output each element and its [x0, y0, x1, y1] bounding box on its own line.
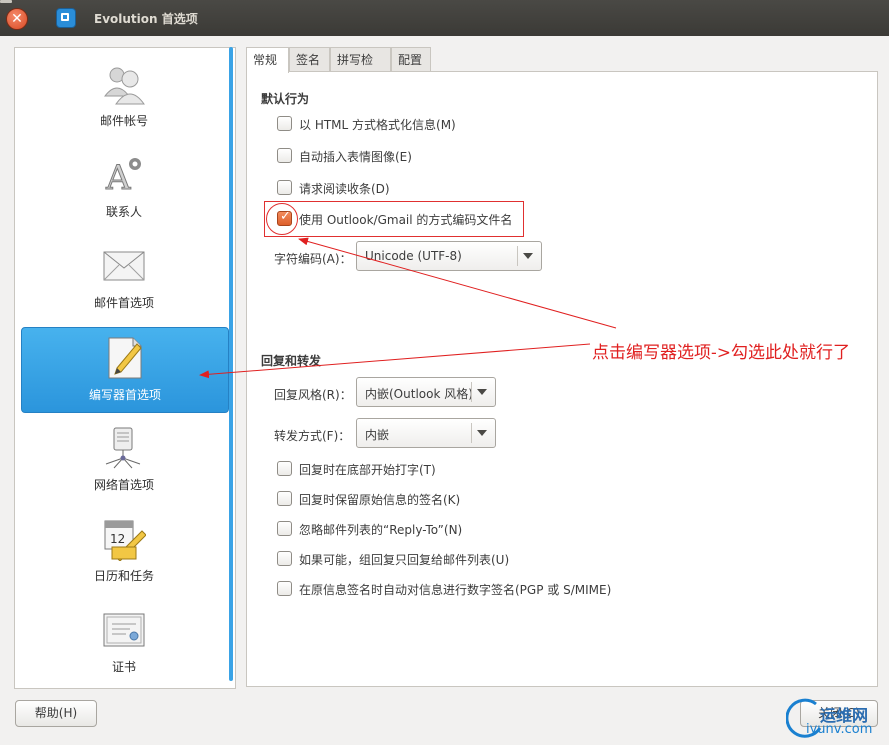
sidebar-item-label: 日历和任务 — [93, 569, 154, 583]
watermark: 运维网 iyunv.com — [786, 696, 886, 742]
option-label: 自动插入表情图像(E) — [299, 150, 412, 164]
read-receipt-checkbox[interactable] — [277, 180, 292, 195]
accounts-icon — [103, 67, 145, 105]
maximize-window-button[interactable] — [56, 8, 76, 28]
sidebar-item-label: 邮件帐号 — [99, 114, 148, 128]
sidebar-item-composer-preferences[interactable]: 编写器首选项 — [21, 327, 229, 413]
forward-style-value: 内嵌 — [365, 428, 390, 442]
watermark-text-2: iyunv.com — [806, 722, 873, 737]
ignore-reply-to-checkbox[interactable] — [277, 521, 292, 536]
certificate-icon — [103, 613, 145, 647]
tab-signatures[interactable]: 签名 — [289, 47, 330, 71]
mail-envelope-icon — [103, 251, 145, 281]
maximize-icon — [61, 13, 69, 21]
option-label: 在原信息签名时自动对信息进行数字签名(PGP 或 S/MIME) — [299, 583, 612, 597]
composer-notepad-icon — [108, 337, 142, 379]
insert-emoticons-checkbox[interactable] — [277, 148, 292, 163]
preferences-window: ✕ Evolution 首选项 邮件帐号 A 联系人 邮件首选项 编写器首选项 … — [0, 0, 889, 745]
group-reply-list-checkbox[interactable] — [277, 551, 292, 566]
sidebar-item-label: 邮件首选项 — [93, 296, 154, 310]
forward-style-label: 转发方式(F)： — [274, 429, 351, 443]
combo-separator — [471, 382, 472, 402]
window-title: Evolution 首选项 — [94, 12, 198, 26]
sidebar-item-contacts[interactable]: A 联系人 — [21, 145, 227, 229]
minimize-window-button[interactable] — [0, 0, 12, 3]
option-label: 回复时保留原始信息的签名(K) — [299, 493, 461, 507]
reply-style-combo[interactable]: 内嵌(Outlook 风格) — [356, 377, 496, 407]
contacts-icon: A — [105, 158, 141, 197]
option-label: 忽略邮件列表的“Reply-To”(N) — [299, 523, 463, 537]
option-label: 以 HTML 方式格式化信息(M) — [299, 118, 456, 132]
forward-style-combo[interactable]: 内嵌 — [356, 418, 496, 448]
sidebar: 邮件帐号 A 联系人 邮件首选项 编写器首选项 网络首选项 12 日历和任务 证… — [14, 47, 236, 689]
sidebar-item-label: 证书 — [111, 660, 136, 674]
reply-style-label: 回复风格(R)： — [274, 388, 352, 402]
keep-signature-checkbox[interactable] — [277, 491, 292, 506]
svg-text:12: 12 — [110, 532, 125, 546]
sidebar-item-certificates[interactable]: 证书 — [21, 600, 227, 684]
annotation-text: 点击编写器选项->勾选此处就行了 — [592, 343, 850, 363]
help-button[interactable]: 帮助(H) — [15, 700, 97, 727]
chevron-down-icon — [523, 253, 533, 259]
option-label: 如果可能，组回复只回复给邮件列表(U) — [299, 553, 510, 567]
sidebar-item-mail-accounts[interactable]: 邮件帐号 — [21, 54, 227, 138]
sidebar-item-network-preferences[interactable]: 网络首选项 — [21, 418, 227, 502]
tab-general[interactable]: 常规 — [246, 47, 289, 73]
sidebar-item-label: 编写器首选项 — [88, 388, 161, 402]
tab-spell-check[interactable]: 拼写检查 — [330, 47, 391, 91]
reply-style-value: 内嵌(Outlook 风格) — [365, 387, 473, 401]
close-window-button[interactable]: ✕ — [6, 8, 28, 30]
reply-at-bottom-checkbox[interactable] — [277, 461, 292, 476]
annotation-highlight-box — [264, 201, 524, 237]
annotation-highlight-circle — [266, 203, 298, 235]
sidebar-scrollbar[interactable] — [229, 47, 233, 681]
sidebar-item-calendar-tasks[interactable]: 12 日历和任务 — [21, 509, 227, 593]
sidebar-item-label: 网络首选项 — [93, 478, 154, 492]
svg-text:A: A — [105, 158, 131, 197]
charset-label: 字符编码(A)： — [274, 252, 352, 266]
combo-separator — [471, 423, 472, 443]
charset-combo[interactable]: Unicode (UTF-8) — [356, 241, 542, 271]
chevron-down-icon — [477, 389, 487, 395]
chevron-down-icon — [477, 430, 487, 436]
close-icon: ✕ — [11, 11, 23, 27]
calendar-icon: 12 — [104, 520, 146, 561]
option-label: 请求阅读收条(D) — [299, 182, 390, 196]
auto-digital-sign-checkbox[interactable] — [277, 581, 292, 596]
default-behavior-heading: 默认行为 — [261, 92, 310, 106]
sidebar-item-mail-preferences[interactable]: 邮件首选项 — [21, 236, 227, 320]
option-label: 回复时在底部开始打字(T) — [299, 463, 436, 477]
title-bar: ✕ Evolution 首选项 — [0, 0, 889, 36]
combo-separator — [517, 246, 518, 266]
network-icon — [105, 427, 141, 469]
html-format-checkbox[interactable] — [277, 116, 292, 131]
tab-configuration[interactable]: 配置 — [391, 47, 431, 71]
reply-forward-heading: 回复和转发 — [261, 354, 322, 368]
charset-value: Unicode (UTF-8) — [365, 249, 462, 263]
sidebar-item-label: 联系人 — [105, 205, 142, 219]
